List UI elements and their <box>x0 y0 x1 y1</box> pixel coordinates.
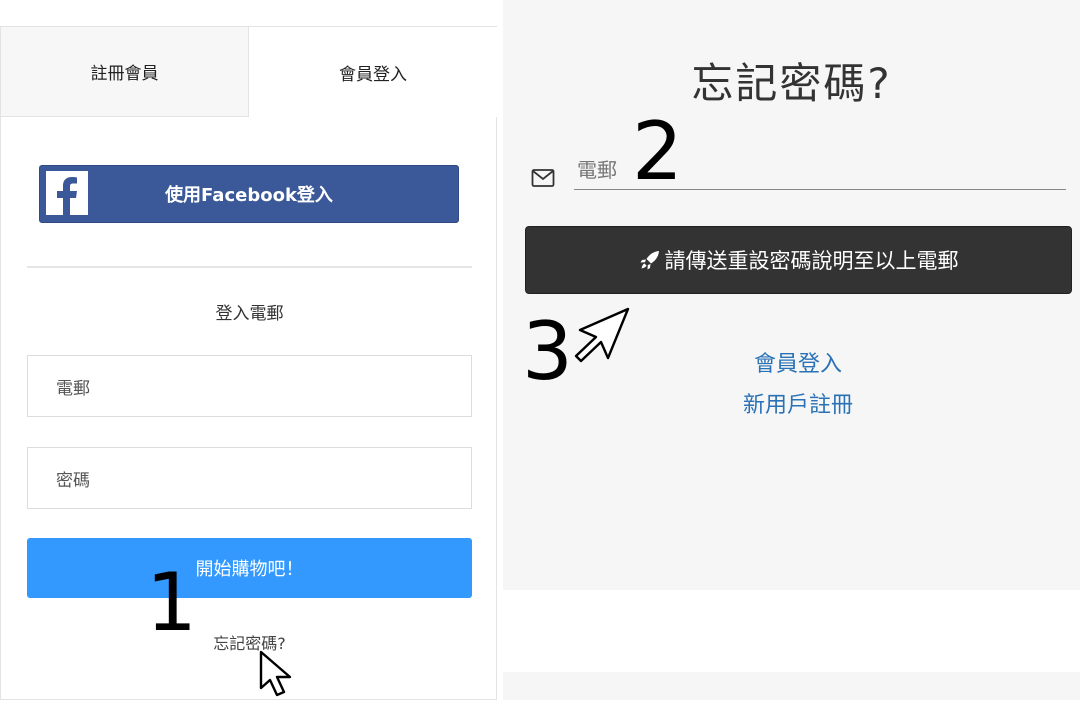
new-user-register-link[interactable]: 新用戶註冊 <box>503 387 1080 419</box>
envelope-icon <box>531 166 555 190</box>
divider <box>27 266 472 268</box>
email-placeholder: 電郵 <box>56 378 90 399</box>
rocket-icon <box>639 249 661 271</box>
tab-login[interactable]: 會員登入 <box>249 27 497 117</box>
start-shopping-button[interactable]: 開始購物吧！ <box>27 538 472 598</box>
login-email-heading: 登入電郵 <box>215 304 284 324</box>
facebook-login-label: 使用Facebook登入 <box>165 185 333 206</box>
auth-tabs: 註冊會員 會員登入 <box>1 27 498 117</box>
page-title: 忘記密碼? <box>691 59 892 108</box>
reset-email-placeholder: 電郵 <box>577 158 617 182</box>
step-number-1: 1 <box>146 556 197 649</box>
facebook-logo-icon <box>46 171 88 215</box>
send-reset-instructions-button[interactable]: 請傳送重設密碼說明至以上電郵 <box>525 226 1072 294</box>
step-number-3: 3 <box>522 305 573 398</box>
email-input[interactable]: 電郵 <box>27 355 472 417</box>
login-panel: 註冊會員 會員登入 使用Facebook登入 登入電郵 電郵 密碼 開始購物吧！… <box>0 26 497 700</box>
tab-register[interactable]: 註冊會員 <box>1 27 249 117</box>
step-number-2: 2 <box>632 105 683 198</box>
forgot-password-link[interactable]: 忘記密碼? <box>1 630 498 654</box>
password-input[interactable]: 密碼 <box>27 447 472 509</box>
forgot-password-panel: 忘記密碼? 電郵 請傳送重設密碼說明至以上電郵 會員登入 新用戶註冊 <box>503 0 1080 590</box>
send-reset-label: 請傳送重設密碼說明至以上電郵 <box>664 249 959 273</box>
password-placeholder: 密碼 <box>56 470 90 491</box>
mouse-cursor-icon <box>258 650 304 702</box>
facebook-login-button[interactable]: 使用Facebook登入 <box>39 165 459 223</box>
background-strip <box>503 672 1080 700</box>
pointer-arrow-icon <box>572 306 632 368</box>
